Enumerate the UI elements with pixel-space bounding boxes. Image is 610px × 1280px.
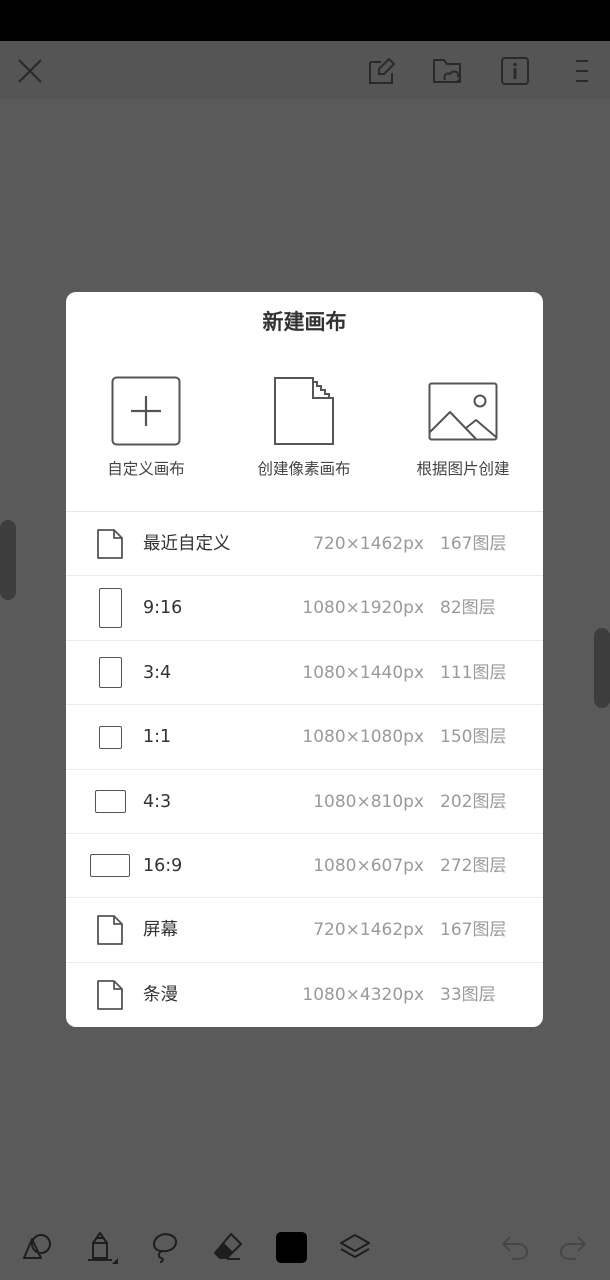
layers-icon[interactable] bbox=[334, 1226, 376, 1268]
document-icon bbox=[80, 963, 140, 1027]
top-toolbar bbox=[0, 41, 610, 99]
lasso-icon[interactable] bbox=[144, 1226, 184, 1268]
portrait-rect-icon bbox=[80, 576, 140, 640]
option-custom-canvas[interactable]: 自定义画布 bbox=[66, 376, 226, 486]
add-square-icon bbox=[66, 376, 226, 448]
preset-size: 1080×1440px bbox=[302, 662, 424, 683]
pixel-document-icon bbox=[224, 376, 384, 448]
preset-row-9-16[interactable]: 9:16 1080×1920px 82图层 bbox=[66, 576, 543, 641]
image-icon bbox=[383, 376, 543, 448]
status-bar bbox=[0, 0, 610, 41]
preset-layers: 167图层 bbox=[440, 534, 507, 554]
preset-layers: 150图层 bbox=[440, 727, 507, 748]
preset-row-1-1[interactable]: 1:1 1080×1080px 150图层 bbox=[66, 705, 543, 770]
option-label: 自定义画布 bbox=[107, 460, 185, 478]
preset-name: 最近自定义 bbox=[143, 534, 231, 554]
preset-layers: 111图层 bbox=[440, 662, 507, 683]
preset-size: 720×1462px bbox=[313, 920, 424, 941]
preset-row-3-4[interactable]: 3:4 1080×1440px 111图层 bbox=[66, 641, 543, 706]
document-icon bbox=[80, 898, 140, 962]
preset-row-4-3[interactable]: 4:3 1080×810px 202图层 bbox=[66, 770, 543, 834]
preset-layers: 272图层 bbox=[440, 855, 507, 876]
canvas-edit-icon[interactable] bbox=[362, 51, 402, 91]
folder-image-icon[interactable] bbox=[428, 51, 468, 91]
close-icon[interactable] bbox=[10, 51, 50, 91]
shapes-icon[interactable] bbox=[18, 1226, 58, 1268]
option-label: 根据图片创建 bbox=[416, 460, 510, 478]
left-slider-handle[interactable] bbox=[0, 520, 16, 600]
undo-icon[interactable] bbox=[496, 1228, 534, 1266]
pencil-icon[interactable] bbox=[80, 1226, 124, 1270]
preset-row-screen[interactable]: 屏幕 720×1462px 167图层 bbox=[66, 898, 543, 963]
option-pixel-canvas[interactable]: 创建像素画布 bbox=[224, 376, 384, 486]
dialog-title: 新建画布 bbox=[262, 310, 347, 334]
preset-name: 4:3 bbox=[143, 791, 172, 812]
bottom-toolbar bbox=[0, 1214, 610, 1280]
redo-icon[interactable] bbox=[554, 1228, 592, 1266]
preset-row-webtoon[interactable]: 条漫 1080×4320px 33图层 bbox=[66, 963, 543, 1027]
info-icon[interactable] bbox=[495, 51, 535, 91]
document-icon bbox=[80, 512, 140, 576]
landscape-rect-icon bbox=[80, 770, 140, 834]
preset-name: 9:16 bbox=[143, 598, 183, 619]
option-from-image[interactable]: 根据图片创建 bbox=[383, 376, 543, 486]
portrait-rect-icon bbox=[80, 641, 140, 705]
preset-row-16-9[interactable]: 16:9 1080×607px 272图层 bbox=[66, 834, 543, 899]
square-icon bbox=[80, 705, 140, 769]
new-canvas-dialog: 新建画布 自定义画布 创建像素画布 根据图片创建 最近自定义 720×1462p… bbox=[66, 292, 543, 1027]
preset-name: 屏幕 bbox=[143, 920, 178, 941]
preset-size: 1080×607px bbox=[313, 855, 424, 876]
preset-size: 1080×4320px bbox=[302, 984, 424, 1005]
preset-size: 1080×1920px bbox=[302, 598, 424, 619]
preset-size: 1080×1080px bbox=[302, 727, 424, 748]
eraser-icon[interactable] bbox=[208, 1226, 248, 1268]
landscape-rect-icon bbox=[80, 834, 140, 898]
color-swatch-icon[interactable] bbox=[272, 1228, 310, 1266]
preset-name: 1:1 bbox=[143, 727, 172, 748]
preset-layers: 82图层 bbox=[440, 598, 496, 619]
preset-name: 16:9 bbox=[143, 855, 183, 876]
preset-layers: 167图层 bbox=[440, 920, 507, 941]
preset-name: 条漫 bbox=[143, 984, 178, 1005]
menu-icon[interactable] bbox=[562, 51, 602, 91]
preset-layers: 202图层 bbox=[440, 791, 507, 812]
preset-name: 3:4 bbox=[143, 662, 172, 683]
preset-row-recent-custom[interactable]: 最近自定义 720×1462px 167图层 bbox=[66, 512, 543, 577]
preset-size: 720×1462px bbox=[313, 534, 424, 554]
right-slider-handle[interactable] bbox=[594, 628, 610, 708]
preset-layers: 33图层 bbox=[440, 984, 496, 1005]
option-label: 创建像素画布 bbox=[257, 460, 351, 478]
preset-list: 最近自定义 720×1462px 167图层 9:16 1080×1920px … bbox=[66, 512, 543, 1027]
preset-size: 1080×810px bbox=[313, 791, 424, 812]
